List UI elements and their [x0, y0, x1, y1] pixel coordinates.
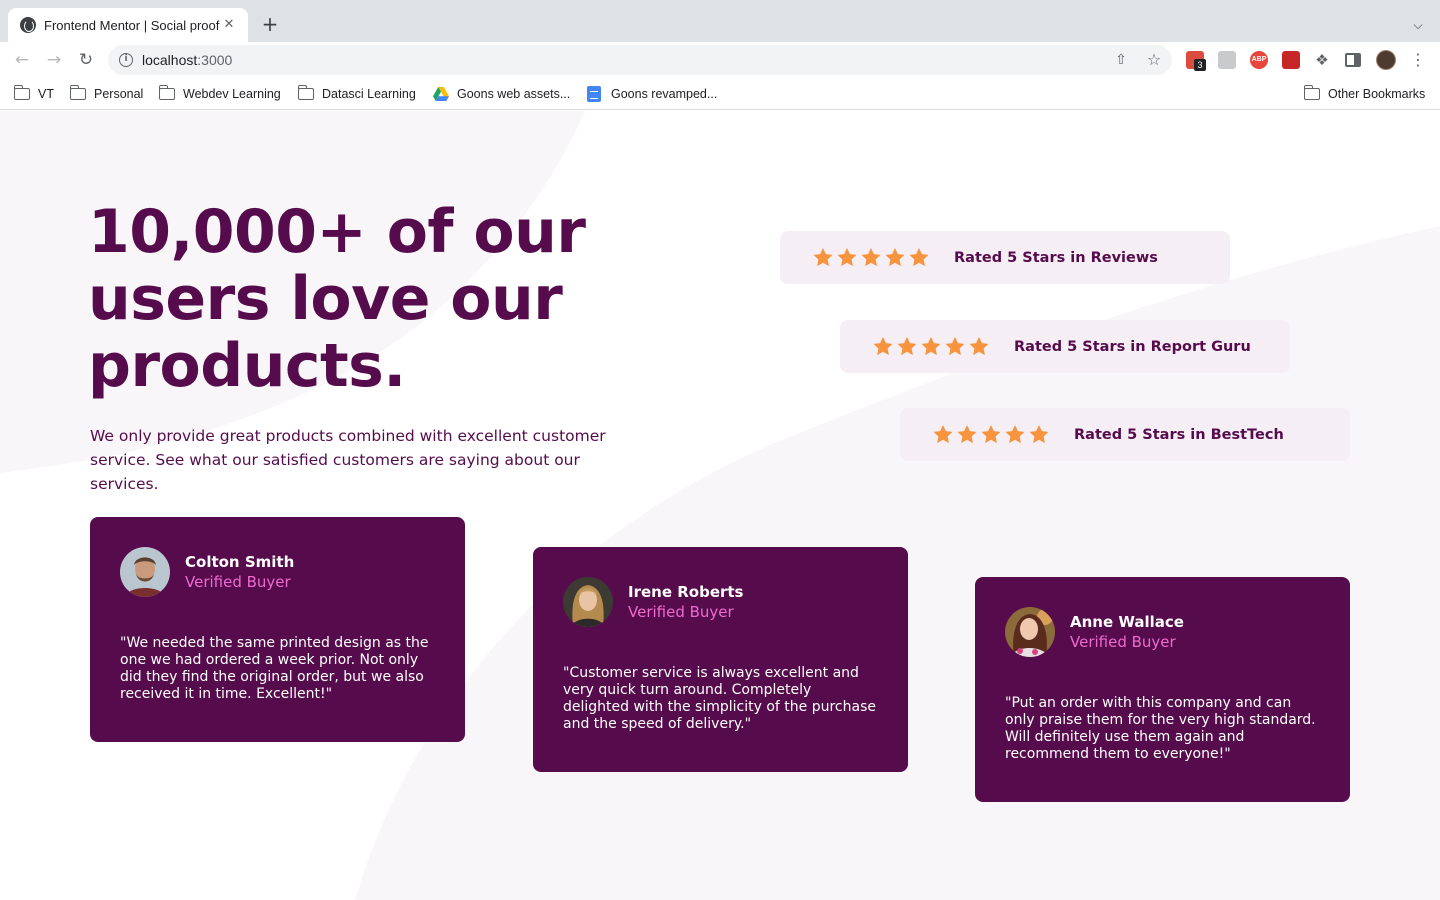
extensions-puzzle-icon[interactable]: ❖ — [1313, 51, 1331, 69]
bookmark-vt[interactable]: VT — [13, 85, 54, 103]
bookmark-personal[interactable]: Personal — [69, 85, 144, 103]
back-button[interactable]: ← — [10, 48, 34, 72]
avatar — [120, 547, 170, 597]
bookmark-label: Datasci Learning — [322, 87, 416, 101]
testimonial-card-anne: Anne Wallace Verified Buyer "Put an orde… — [975, 577, 1350, 802]
bookmark-label: Personal — [94, 87, 144, 101]
rating-report-guru: Rated 5 Stars in Report Guru — [840, 320, 1290, 373]
bookmark-label: Goons web assets... — [457, 87, 571, 101]
folder-icon — [1303, 85, 1320, 100]
star-icon — [1005, 425, 1025, 444]
bookmarks-bar: VT Personal Webdev Learning Datasci Lear… — [0, 78, 1440, 110]
bookmark-label: Goons revamped... — [611, 87, 718, 101]
bookmark-webdev-learning[interactable]: Webdev Learning — [158, 85, 281, 103]
rating-besttech: Rated 5 Stars in BestTech — [900, 408, 1350, 461]
bookmark-goons-revamped[interactable]: Goons revamped... — [587, 85, 717, 103]
reviewer-name: Irene Roberts — [628, 583, 744, 601]
docs-icon — [587, 86, 601, 102]
star-icon — [873, 337, 893, 356]
new-tab-button[interactable]: + — [258, 13, 282, 37]
todoist-extension-icon[interactable]: 3 — [1186, 51, 1206, 71]
bookmark-label: Webdev Learning — [183, 87, 281, 101]
star-rating — [873, 337, 989, 356]
star-icon — [921, 337, 941, 356]
page-title: 10,000+ of our users love our products. — [88, 197, 586, 401]
other-bookmarks[interactable]: Other Bookmarks — [1303, 85, 1426, 103]
profile-avatar[interactable] — [1376, 50, 1396, 70]
star-icon — [909, 248, 929, 267]
reviewer-name: Colton Smith — [185, 553, 295, 571]
info-icon[interactable]: i — [119, 53, 133, 67]
reload-button[interactable]: ↻ — [74, 48, 98, 72]
url-host: localhost — [142, 52, 198, 68]
adblock-plus-icon[interactable]: ABP — [1250, 51, 1268, 69]
browser-tab[interactable]: Frontend Mentor | Social proof ✕ — [8, 8, 248, 42]
extension-icon[interactable] — [1218, 51, 1236, 69]
extension-icon[interactable] — [1282, 51, 1300, 69]
star-icon — [957, 425, 977, 444]
bookmark-datasci-learning[interactable]: Datasci Learning — [297, 85, 416, 103]
share-icon[interactable]: ⇧ — [1112, 51, 1130, 69]
testimonial-card-colton: Colton Smith Verified Buyer "We needed t… — [90, 517, 465, 742]
tab-title: Frontend Mentor | Social proof — [44, 17, 220, 33]
testimonial-quote: "Put an order with this company and can … — [1005, 695, 1316, 762]
star-icon — [897, 337, 917, 356]
folder-icon — [13, 85, 30, 100]
star-icon — [981, 425, 1001, 444]
menu-kebab-icon[interactable]: ⋮ — [1410, 51, 1426, 69]
testimonial-card-irene: Irene Roberts Verified Buyer "Customer s… — [533, 547, 908, 772]
side-panel-icon[interactable] — [1345, 53, 1361, 67]
extension-badge: 3 — [1194, 59, 1206, 71]
globe-icon — [20, 17, 36, 33]
intro-paragraph: We only provide great products combined … — [90, 427, 606, 493]
folder-icon — [158, 85, 175, 100]
star-rating — [813, 248, 929, 267]
avatar — [563, 577, 613, 627]
url-text[interactable]: localhost:3000 — [142, 45, 232, 75]
star-icon — [933, 425, 953, 444]
testimonial-quote: "Customer service is always excellent an… — [563, 665, 876, 732]
page-viewport: 10,000+ of our users love our products. … — [0, 111, 1440, 900]
reviewer-name: Anne Wallace — [1070, 613, 1184, 631]
address-bar[interactable]: i localhost:3000 ⇧ ☆ — [108, 45, 1172, 75]
other-bookmarks-label: Other Bookmarks — [1328, 87, 1426, 101]
folder-icon — [297, 85, 314, 100]
star-rating — [933, 425, 1049, 444]
reviewer-role: Verified Buyer — [1070, 633, 1176, 651]
chevron-down-icon[interactable]: ⌵ — [1406, 13, 1430, 37]
star-icon — [885, 248, 905, 267]
bookmark-goons-web-assets[interactable]: Goons web assets... — [433, 85, 570, 103]
rating-text: Rated 5 Stars in Reviews — [954, 249, 1158, 266]
rating-text: Rated 5 Stars in BestTech — [1074, 426, 1284, 443]
reviewer-role: Verified Buyer — [628, 603, 734, 621]
star-icon — [861, 248, 881, 267]
close-tab-icon[interactable]: ✕ — [220, 16, 238, 34]
browser-toolbar: ← → ↻ i localhost:3000 ⇧ ☆ 3 ABP ❖ ⋮ — [0, 42, 1440, 78]
tab-strip: Frontend Mentor | Social proof ✕ + ⌵ — [0, 0, 1440, 42]
star-icon — [969, 337, 989, 356]
reviewer-role: Verified Buyer — [185, 573, 291, 591]
rating-text: Rated 5 Stars in Report Guru — [1014, 338, 1251, 355]
forward-button[interactable]: → — [42, 48, 66, 72]
url-port: :3000 — [197, 52, 233, 68]
drive-icon — [433, 87, 449, 101]
rating-reviews: Rated 5 Stars in Reviews — [780, 231, 1230, 284]
bookmark-label: VT — [38, 87, 54, 101]
star-icon — [837, 248, 857, 267]
star-icon — [813, 248, 833, 267]
testimonial-quote: "We needed the same printed design as th… — [120, 635, 429, 702]
star-icon — [1029, 425, 1049, 444]
bookmark-star-icon[interactable]: ☆ — [1144, 50, 1164, 70]
folder-icon — [69, 85, 86, 100]
star-icon — [945, 337, 965, 356]
avatar — [1005, 607, 1055, 657]
